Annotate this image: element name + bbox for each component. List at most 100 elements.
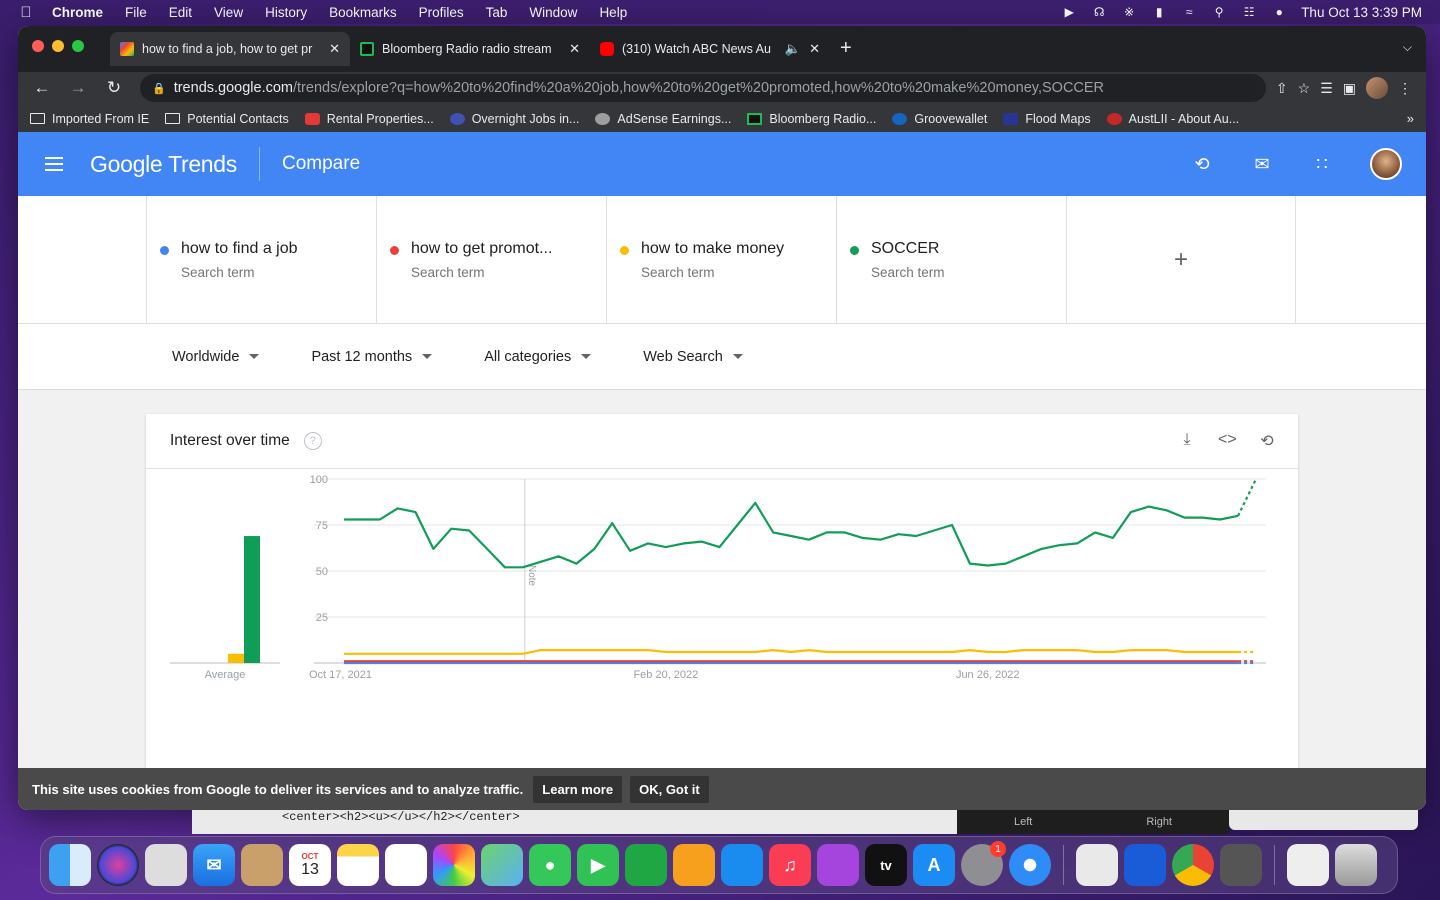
sequel-pro-icon[interactable] <box>1076 844 1118 886</box>
close-tab-icon[interactable]: ✕ <box>329 41 340 57</box>
embed-code-icon[interactable]: <> <box>1218 431 1237 451</box>
background-dark-window[interactable]: Left Right <box>957 810 1229 834</box>
launchpad-icon[interactable] <box>145 844 187 886</box>
bookmark-bloomberg-radio[interactable]: Bloomberg Radio... <box>747 112 876 126</box>
share-icon[interactable]: ⟲ <box>1190 152 1214 176</box>
bluetooth-icon[interactable]: ※ <box>1121 5 1137 19</box>
background-editor-window[interactable]: <center><h2><u></u></h2></center> <box>192 810 957 834</box>
menu-window[interactable]: Window <box>518 5 588 20</box>
share-page-icon[interactable]: ⇧ <box>1276 80 1288 97</box>
siri-icon[interactable] <box>97 844 139 886</box>
lock-icon[interactable]: 🔒 <box>152 82 166 95</box>
term-card-soccer[interactable]: SOCCER Search term <box>836 196 1066 323</box>
music-icon[interactable]: ♫ <box>769 844 811 886</box>
menu-tab[interactable]: Tab <box>475 5 519 20</box>
downloads-stack-icon[interactable] <box>1287 844 1329 886</box>
forward-button[interactable]: → <box>62 74 94 102</box>
system-preferences-icon[interactable]: 1 <box>961 841 1006 886</box>
menu-view[interactable]: View <box>203 5 254 20</box>
apple-tv-icon[interactable]: tv <box>865 844 907 886</box>
spotlight-icon[interactable]: ⚲ <box>1211 5 1227 19</box>
battery-icon[interactable]: ▮ <box>1151 5 1167 19</box>
minimize-window-button[interactable] <box>52 40 64 52</box>
menu-profiles[interactable]: Profiles <box>408 5 475 20</box>
trash-icon[interactable] <box>1335 844 1377 886</box>
more-bookmarks-icon[interactable]: » <box>1407 111 1414 126</box>
menu-file[interactable]: File <box>114 5 158 20</box>
address-bar[interactable]: 🔒 trends.google.com /trends/explore?q=ho… <box>140 74 1266 102</box>
pages-icon[interactable] <box>673 844 715 886</box>
zoom-window-button[interactable] <box>72 40 84 52</box>
background-window[interactable] <box>1229 810 1418 830</box>
headphones-icon[interactable]: ☊ <box>1091 5 1107 19</box>
close-window-button[interactable] <box>32 40 44 52</box>
maps-icon[interactable] <box>481 844 523 886</box>
profile-avatar[interactable] <box>1366 77 1388 99</box>
ok-got-it-button[interactable]: OK, Got it <box>630 775 709 803</box>
close-tab-icon[interactable]: ✕ <box>569 41 580 57</box>
feedback-icon[interactable]: ✉ <box>1250 152 1274 176</box>
help-icon[interactable]: ? <box>303 432 322 450</box>
menu-history[interactable]: History <box>254 5 318 20</box>
play-icon[interactable]: ▶ <box>1061 5 1077 19</box>
window-app-icon[interactable] <box>1124 844 1166 886</box>
control-center-icon[interactable]: ☷ <box>1241 5 1257 19</box>
menu-app-name[interactable]: Chrome <box>52 5 114 20</box>
clock[interactable]: Thu Oct 13 3:39 PM <box>1301 5 1422 20</box>
chrome-icon[interactable] <box>1172 844 1214 886</box>
chrome-menu-icon[interactable]: ⋮ <box>1398 80 1412 97</box>
wifi-icon[interactable]: ≈ <box>1181 5 1197 19</box>
term-card-how-to-get-promoted[interactable]: how to get promot... Search term <box>376 196 606 323</box>
term-card-how-to-find-a-job[interactable]: how to find a job Search term <box>146 196 376 323</box>
app-store-icon[interactable]: A <box>913 844 955 886</box>
google-trends-logo[interactable]: Google Trends <box>90 151 237 178</box>
bookmark-austlii[interactable]: AustLII - About Au... <box>1106 112 1239 126</box>
calendar-icon[interactable]: OCT 13 <box>289 844 331 886</box>
numbers-icon[interactable] <box>625 844 667 886</box>
back-button[interactable]: ← <box>26 74 58 102</box>
download-icon[interactable]: ⤓ <box>1178 431 1196 451</box>
share-chart-icon[interactable]: ⟲ <box>1258 431 1276 451</box>
menu-bookmarks[interactable]: Bookmarks <box>318 5 408 20</box>
speaker-icon[interactable]: 🔈 <box>785 41 801 57</box>
notes-icon[interactable] <box>337 844 379 886</box>
apple-icon[interactable]:  <box>0 4 52 21</box>
new-tab-button[interactable]: + <box>840 38 852 58</box>
safari-icon[interactable] <box>1009 844 1051 886</box>
photos-icon[interactable] <box>433 844 475 886</box>
keynote-icon[interactable] <box>721 844 763 886</box>
reading-list-icon[interactable]: ☰ <box>1320 80 1333 97</box>
tab-search-chevron-icon[interactable]: ⌵ <box>1403 40 1412 55</box>
bookmark-groovewallet[interactable]: Groovewallet <box>892 112 987 126</box>
filter-search-type[interactable]: Web Search <box>643 349 743 365</box>
siri-icon[interactable]: ● <box>1271 5 1287 19</box>
menu-help[interactable]: Help <box>588 5 638 20</box>
reminders-icon[interactable] <box>385 844 427 886</box>
bookmark-flood-maps[interactable]: Flood Maps <box>1003 112 1091 126</box>
filter-time-range[interactable]: Past 12 months <box>311 349 433 365</box>
tab-bloomberg[interactable]: Bloomberg Radio radio stream ✕ <box>350 32 590 66</box>
bookmark-adsense[interactable]: AdSense Earnings... <box>595 112 731 126</box>
bookmark-potential-contacts[interactable]: Potential Contacts <box>165 112 289 126</box>
apps-grid-icon[interactable]: ∷ <box>1310 152 1334 176</box>
podcasts-icon[interactable] <box>817 844 859 886</box>
menu-edit[interactable]: Edit <box>158 5 203 20</box>
add-comparison-button[interactable]: + <box>1066 196 1296 323</box>
side-panel-icon[interactable]: ▣ <box>1343 80 1356 97</box>
filter-region[interactable]: Worldwide <box>172 349 260 365</box>
main-menu-icon[interactable] <box>18 157 90 171</box>
bookmark-star-icon[interactable]: ☆ <box>1298 80 1311 97</box>
filter-category[interactable]: All categories <box>484 349 592 365</box>
facetime-icon[interactable]: ▶ <box>577 844 619 886</box>
account-avatar[interactable] <box>1370 148 1402 180</box>
calculator-icon[interactable] <box>1220 844 1262 886</box>
contacts-icon[interactable] <box>241 844 283 886</box>
reload-button[interactable]: ↻ <box>98 74 130 102</box>
bookmark-imported-from-ie[interactable]: Imported From IE <box>30 112 149 126</box>
term-card-how-to-make-money[interactable]: how to make money Search term <box>606 196 836 323</box>
tab-google-trends[interactable]: how to find a job, how to get pr ✕ <box>110 32 350 66</box>
learn-more-button[interactable]: Learn more <box>533 775 623 803</box>
messages-icon[interactable]: ● <box>529 844 571 886</box>
close-tab-icon[interactable]: ✕ <box>809 41 820 57</box>
finder-icon[interactable] <box>49 844 91 886</box>
